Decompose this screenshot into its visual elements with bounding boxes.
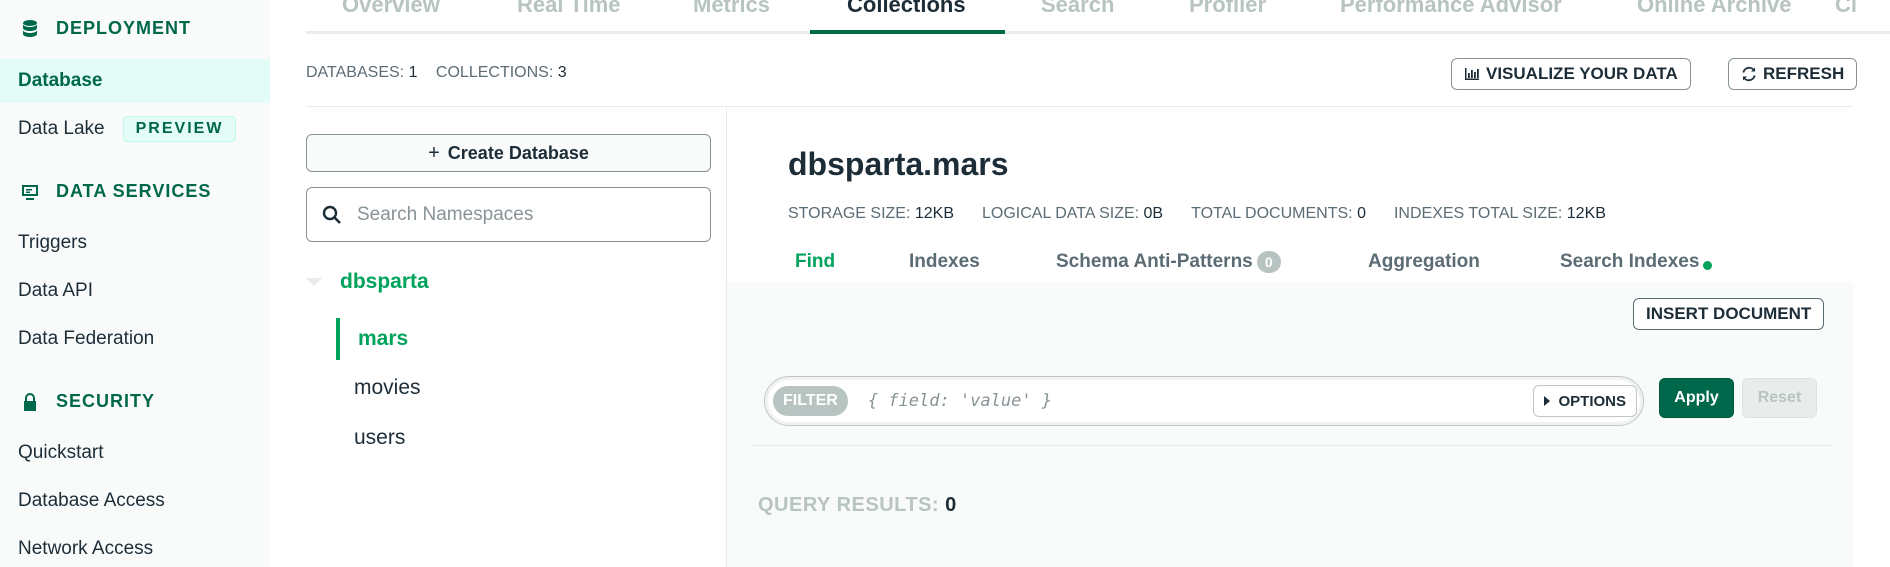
sidebar-item-database[interactable]: Database [0,59,270,103]
tab-truncated[interactable]: Cl [1835,0,1857,18]
logical-size-stat: LOGICAL DATA SIZE: 0B [982,205,1164,222]
options-label: OPTIONS [1558,392,1626,410]
tab-real-time[interactable]: Real Time [517,0,621,18]
sidebar: DEPLOYMENT Database Data Lake PREVIEW DAT… [0,0,270,567]
preview-badge: PREVIEW [122,115,237,142]
search-namespaces-input[interactable] [357,203,687,226]
query-results: QUERY RESULTS: 0 [758,494,957,517]
monitor-icon [22,184,38,200]
total-documents-stat: TOTAL DOCUMENTS: 0 [1191,205,1366,222]
filter-bar: FILTER OPTIONS [764,376,1644,426]
tab-search[interactable]: Search [1041,0,1114,18]
tab-aggregation[interactable]: Aggregation [1368,251,1480,273]
tab-indexes[interactable]: Indexes [909,251,980,273]
options-button[interactable]: OPTIONS [1533,385,1637,417]
collection-title: dbsparta.mars [788,146,1009,182]
collection-item-mars[interactable]: mars [336,318,706,360]
create-database-label: Create Database [447,142,589,163]
sidebar-section-security: SECURITY [20,391,155,412]
tab-online-archive[interactable]: Online Archive [1637,0,1791,18]
chevron-down-icon[interactable] [306,278,322,286]
query-results-label: QUERY RESULTS: [758,494,940,516]
refresh-icon [1742,66,1756,82]
header-divider [306,106,1853,107]
filter-input[interactable] [867,391,1508,411]
reset-button[interactable]: Reset [1742,378,1817,418]
sidebar-item-data-lake[interactable]: Data Lake PREVIEW [0,107,270,151]
schema-count-badge: 0 [1256,251,1281,273]
refresh-button[interactable]: REFRESH [1728,58,1858,90]
collections-count: 3 [557,64,567,81]
sidebar-item-database-access[interactable]: Database Access [0,479,270,523]
database-icon [23,19,37,37]
lock-icon [24,392,36,411]
apply-button[interactable]: Apply [1659,378,1734,418]
plus-icon: + [428,141,440,164]
search-icon [322,205,341,224]
collection-stats: STORAGE SIZE: 12KB LOGICAL DATA SIZE: 0B… [788,205,1606,223]
active-tab-indicator [810,30,1005,34]
tab-collections[interactable]: Collections [847,0,966,18]
sidebar-item-network-access[interactable]: Network Access [0,527,270,567]
tab-find[interactable]: Find [795,251,835,273]
sidebar-section-deployment: DEPLOYMENT [20,18,191,39]
visualize-data-button[interactable]: VISUALIZE YOUR DATA [1451,58,1691,90]
databases-label: DATABASES: [306,64,405,81]
indexes-size-stat: INDEXES TOTAL SIZE: 12KB [1393,205,1606,222]
collections-label: COLLECTIONS: [435,64,554,81]
refresh-label: REFRESH [1763,64,1845,83]
top-tab-bar: Overview Real Time Metrics Collections S… [306,0,1890,34]
caret-right-icon [1544,396,1551,406]
sidebar-item-data-federation[interactable]: Data Federation [0,317,270,361]
sidebar-section-data-services: DATA SERVICES [20,181,211,202]
status-dot-icon [1703,260,1713,270]
query-results-count: 0 [945,494,957,516]
sidebar-item-data-api[interactable]: Data API [0,269,270,313]
sidebar-section-label: DEPLOYMENT [56,18,192,38]
sidebar-section-label: SECURITY [56,391,156,411]
visualize-data-label: VISUALIZE YOUR DATA [1486,64,1678,83]
tab-schema-anti-patterns[interactable]: Schema Anti-Patterns 0 [1056,251,1281,273]
tab-metrics[interactable]: Metrics [693,0,770,18]
database-name: dbsparta [340,270,429,293]
tab-overview[interactable]: Overview [342,0,440,18]
tab-performance-advisor[interactable]: Performance Advisor [1340,0,1562,18]
storage-size-stat: STORAGE SIZE: 12KB [788,205,954,222]
results-divider [750,445,1832,446]
bar-chart-icon [1465,68,1479,80]
databases-count: 1 [408,64,418,81]
filter-label: FILTER [773,386,848,416]
create-database-button[interactable]: + Create Database [306,134,711,172]
sidebar-section-label: DATA SERVICES [56,181,212,201]
collection-item-users[interactable]: users [336,417,706,459]
collection-item-movies[interactable]: movies [336,367,706,409]
tab-profiler[interactable]: Profiler [1189,0,1266,18]
sidebar-item-label: Data Lake [18,118,105,139]
sidebar-item-triggers[interactable]: Triggers [0,221,270,265]
insert-document-button[interactable]: INSERT DOCUMENT [1633,298,1825,330]
tab-label: Search Indexes [1560,251,1700,272]
sidebar-item-quickstart[interactable]: Quickstart [0,431,270,475]
tab-label: Schema Anti-Patterns [1056,251,1253,272]
search-namespaces-box [306,187,711,242]
tab-search-indexes[interactable]: Search Indexes [1560,251,1713,273]
cluster-stats: DATABASES: 1 COLLECTIONS: 3 [306,64,581,82]
database-node[interactable]: dbsparta [306,270,429,294]
